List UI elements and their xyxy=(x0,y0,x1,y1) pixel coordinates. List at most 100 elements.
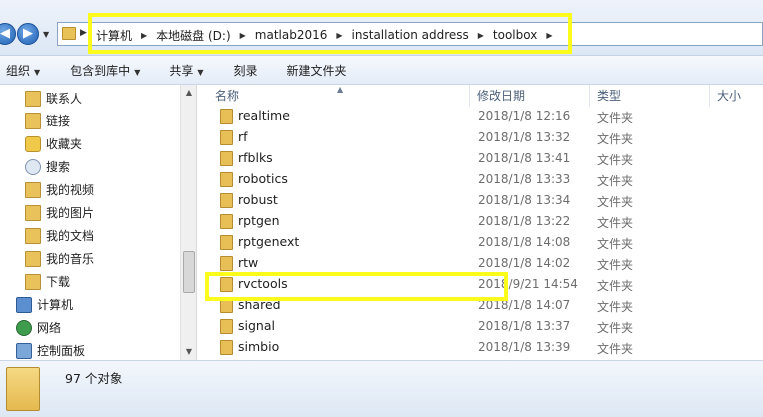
folder-icon xyxy=(62,27,76,40)
include-in-library-button[interactable]: 包含到库中 ▼ xyxy=(70,62,140,79)
share-label: 共享 xyxy=(169,63,194,78)
recent-pages-dropdown[interactable]: ▼ xyxy=(43,30,53,40)
column-header-size[interactable]: 大小 xyxy=(717,85,741,107)
table-row[interactable]: rptgenext 2018/1/8 14:08 文件夹 xyxy=(198,232,763,253)
sidebar-item-documents[interactable]: 我的文档 xyxy=(25,224,196,247)
file-name: rptgenext xyxy=(238,234,300,249)
table-row[interactable]: robotics 2018/1/8 13:33 文件夹 xyxy=(198,169,763,190)
sidebar-item-label: 控制面板 xyxy=(37,344,86,358)
breadcrumb-installation-address[interactable]: installation address xyxy=(352,28,469,42)
sidebar-item-label: 链接 xyxy=(46,114,71,128)
sidebar-scrollbar[interactable]: ▲ ▼ xyxy=(180,85,196,360)
table-row[interactable]: rf 2018/1/8 13:32 文件夹 xyxy=(198,127,763,148)
column-header-type[interactable]: 类型 xyxy=(597,85,621,107)
scroll-up-icon[interactable]: ▲ xyxy=(181,85,196,101)
breadcrumb-drive-d[interactable]: 本地磁盘 (D:) xyxy=(156,27,230,44)
address-box[interactable]: ▶ 计算机 ▶ 本地磁盘 (D:) ▶ matlab2016 ▶ install… xyxy=(57,22,763,46)
file-type: 文件夹 xyxy=(597,342,634,356)
folder-icon xyxy=(220,298,233,313)
sidebar-item-network[interactable]: 网络 xyxy=(16,316,196,339)
include-in-library-label: 包含到库中 xyxy=(70,63,131,78)
sidebar-item-pictures[interactable]: 我的图片 xyxy=(25,201,196,224)
chevron-right-icon[interactable]: ▶ xyxy=(80,28,87,38)
sidebar-item-searches[interactable]: 搜索 xyxy=(25,155,196,178)
table-row[interactable]: shared 2018/1/8 14:07 文件夹 xyxy=(198,295,763,316)
organize-button[interactable]: 组织 ▼ xyxy=(6,62,40,79)
file-type: 文件夹 xyxy=(597,111,634,125)
sidebar-item-computer[interactable]: 计算机 xyxy=(16,293,196,316)
folder-icon xyxy=(220,151,233,166)
sidebar-item-label: 网络 xyxy=(37,321,62,335)
table-row[interactable]: rptgen 2018/1/8 13:22 文件夹 xyxy=(198,211,763,232)
file-type: 文件夹 xyxy=(597,174,634,188)
file-name: rptgen xyxy=(238,213,280,228)
scroll-down-icon[interactable]: ▼ xyxy=(181,344,196,360)
new-folder-button[interactable]: 新建文件夹 xyxy=(287,62,347,79)
sidebar-item-label: 搜索 xyxy=(46,160,71,174)
chevron-right-icon[interactable]: ▶ xyxy=(240,31,246,40)
burn-button[interactable]: 刻录 xyxy=(234,62,258,79)
table-row[interactable]: rvctools 2018/9/21 14:54 文件夹 xyxy=(198,274,763,295)
pictures-folder-icon xyxy=(25,204,41,221)
table-row[interactable]: robust 2018/1/8 13:34 文件夹 xyxy=(198,190,763,211)
sidebar-item-downloads[interactable]: 下载 xyxy=(25,270,196,293)
breadcrumb-matlab2016[interactable]: matlab2016 xyxy=(255,28,328,42)
table-row[interactable]: signal 2018/1/8 13:37 文件夹 xyxy=(198,316,763,337)
folder-icon xyxy=(220,193,233,208)
file-list: ▲ 名称 修改日期 类型 大小 realtime 2018/1/8 12:16 … xyxy=(198,85,763,360)
file-type: 文件夹 xyxy=(597,237,634,251)
sidebar-item-control-panel[interactable]: 控制面板 xyxy=(16,339,196,360)
sidebar-item-videos[interactable]: 我的视频 xyxy=(25,178,196,201)
table-row[interactable]: rfblks 2018/1/8 13:41 文件夹 xyxy=(198,148,763,169)
file-date: 2018/1/8 13:39 xyxy=(478,340,571,354)
column-header-name[interactable]: 名称 xyxy=(215,85,239,107)
sidebar-item-favorites[interactable]: 收藏夹 xyxy=(25,132,196,155)
file-name: robust xyxy=(238,192,278,207)
folder-icon xyxy=(220,340,233,355)
sidebar-item-music[interactable]: 我的音乐 xyxy=(25,247,196,270)
links-folder-icon xyxy=(25,112,41,129)
column-divider[interactable] xyxy=(469,85,470,107)
file-type: 文件夹 xyxy=(597,195,634,209)
file-date: 2018/1/8 13:33 xyxy=(478,172,571,186)
computer-icon xyxy=(16,296,32,313)
column-divider[interactable] xyxy=(589,85,590,107)
file-type: 文件夹 xyxy=(597,279,634,293)
chevron-right-icon[interactable]: ▶ xyxy=(141,31,147,40)
file-name: simbio xyxy=(238,339,280,354)
chevron-right-icon[interactable]: ▶ xyxy=(478,31,484,40)
file-date: 2018/1/8 13:37 xyxy=(478,319,571,333)
file-name: rvctools xyxy=(238,276,288,291)
chevron-right-icon[interactable]: ▶ xyxy=(546,31,552,40)
chevron-right-icon[interactable]: ▶ xyxy=(336,31,342,40)
column-divider[interactable] xyxy=(709,85,710,107)
table-row[interactable]: realtime 2018/1/8 12:16 文件夹 xyxy=(198,106,763,127)
breadcrumb-computer[interactable]: 计算机 xyxy=(96,27,132,44)
share-button[interactable]: 共享 ▼ xyxy=(169,62,203,79)
sidebar-item-links[interactable]: 链接 xyxy=(25,109,196,132)
item-count: 97 个对象 xyxy=(65,371,123,386)
column-header-modified[interactable]: 修改日期 xyxy=(477,85,525,107)
file-name: shared xyxy=(238,297,281,312)
file-type: 文件夹 xyxy=(597,321,634,335)
navigation-pane: 联系人 链接 收藏夹 搜索 我的视频 我的图片 我的文档 我的音乐 下载 计算机… xyxy=(0,85,197,360)
sort-ascending-icon: ▲ xyxy=(337,85,344,94)
address-bar-region: ◀ ▶ ▼ ▶ 计算机 ▶ 本地磁盘 (D:) ▶ matlab2016 ▶ i… xyxy=(0,0,763,56)
file-type: 文件夹 xyxy=(597,153,634,167)
chevron-down-icon: ▼ xyxy=(197,67,204,77)
breadcrumb-toolbox[interactable]: toolbox xyxy=(493,28,537,42)
folder-icon xyxy=(6,367,40,411)
chevron-down-icon: ▼ xyxy=(134,67,141,77)
sidebar-item-contacts[interactable]: 联系人 xyxy=(25,87,196,110)
table-row[interactable]: rtw 2018/1/8 14:02 文件夹 xyxy=(198,253,763,274)
forward-button[interactable]: ▶ xyxy=(17,23,39,45)
file-date: 2018/1/8 14:02 xyxy=(478,256,571,270)
documents-folder-icon xyxy=(25,227,41,244)
table-row[interactable]: simbio 2018/1/8 13:39 文件夹 xyxy=(198,337,763,358)
file-name: rfblks xyxy=(238,150,273,165)
breadcrumb: 计算机 ▶ 本地磁盘 (D:) ▶ matlab2016 ▶ installat… xyxy=(96,27,562,43)
file-date: 2018/1/8 14:08 xyxy=(478,235,571,249)
back-button[interactable]: ◀ xyxy=(0,23,16,45)
downloads-folder-icon xyxy=(25,273,41,290)
scrollbar-thumb[interactable] xyxy=(183,251,195,293)
